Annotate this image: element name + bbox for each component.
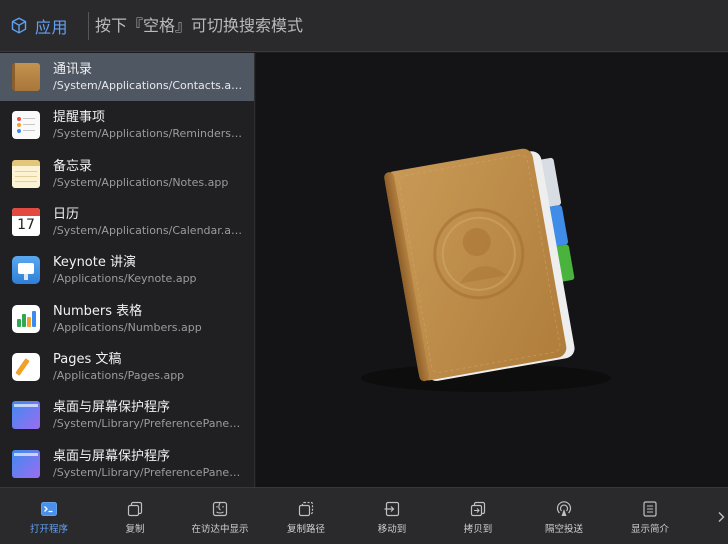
search-bar: 应用 <box>0 0 728 52</box>
result-path: /Applications/Pages.app <box>53 368 185 382</box>
copy-to-button[interactable]: 拷贝到 <box>432 488 524 544</box>
cube-icon <box>11 17 27 34</box>
action-bar: 打开程序 复制 在访达中显示 复制路径 移动到 拷贝到 隔空投送 显示简介 <box>0 487 728 544</box>
result-item-keynote[interactable]: Keynote 讲演 /Applications/Keynote.app <box>0 246 254 294</box>
copy-to-icon <box>470 501 486 517</box>
numbers-app-icon <box>12 304 40 333</box>
notes-app-icon <box>12 159 40 188</box>
terminal-open-icon <box>41 502 57 516</box>
result-title: Keynote 讲演 <box>53 255 136 271</box>
more-actions-button[interactable] <box>714 488 728 544</box>
result-path: /System/Library/PreferencePanes/D... <box>53 417 243 431</box>
copy-to-label: 拷贝到 <box>463 524 493 535</box>
desktop-screensaver-icon <box>12 401 40 430</box>
result-title: Pages 文稿 <box>53 351 122 367</box>
scope-selector[interactable]: 应用 <box>0 0 88 52</box>
result-path: /System/Applications/Reminders.app <box>53 127 243 141</box>
chevron-right-icon <box>718 511 725 522</box>
airdrop-icon <box>556 501 572 516</box>
copy-label: 复制 <box>125 524 145 535</box>
desktop-screensaver-icon <box>12 449 40 478</box>
show-info-label: 显示简介 <box>630 524 669 535</box>
search-input[interactable] <box>95 7 695 44</box>
contacts-app-icon <box>12 63 40 92</box>
copy-path-button[interactable]: 复制路径 <box>260 488 352 544</box>
calendar-icon-date: 17 <box>17 217 35 234</box>
show-in-finder-label: 在访达中显示 <box>191 524 249 535</box>
show-info-button[interactable]: 显示简介 <box>604 488 696 544</box>
finder-icon <box>212 501 228 517</box>
result-path: /System/Applications/Contacts.app <box>53 79 243 93</box>
open-app-button[interactable]: 打开程序 <box>3 488 95 544</box>
copy-path-label: 复制路径 <box>286 524 325 535</box>
result-item-pages[interactable]: Pages 文稿 /Applications/Pages.app <box>0 343 254 391</box>
result-title: Numbers 表格 <box>53 303 143 319</box>
result-path: /System/Library/PreferencePanes/D... <box>53 465 243 479</box>
airdrop-button[interactable]: 隔空投送 <box>518 488 610 544</box>
show-in-finder-button[interactable]: 在访达中显示 <box>174 488 266 544</box>
scope-label: 应用 <box>35 17 69 37</box>
copy-path-icon <box>298 501 314 517</box>
result-item-reminders[interactable]: 提醒事项 /System/Applications/Reminders.app <box>0 101 254 149</box>
result-item-calendar[interactable]: 17 日历 /System/Applications/Calendar.app <box>0 198 254 246</box>
result-item-desktop-screensaver-2[interactable]: 桌面与屏幕保护程序 /System/Library/PreferencePane… <box>0 439 254 487</box>
copy-icon <box>127 501 143 517</box>
reminders-app-icon <box>12 111 40 140</box>
results-list: 通讯录 /System/Applications/Contacts.app 提醒… <box>0 53 255 487</box>
result-title: 日历 <box>53 207 80 223</box>
result-path: /System/Applications/Calendar.app <box>53 224 243 238</box>
preview-panel <box>256 53 728 487</box>
move-to-icon <box>384 501 400 517</box>
result-item-desktop-screensaver[interactable]: 桌面与屏幕保护程序 /System/Library/PreferencePane… <box>0 391 254 439</box>
result-title: 桌面与屏幕保护程序 <box>53 400 171 416</box>
move-to-label: 移动到 <box>377 524 407 535</box>
result-path: /Applications/Numbers.app <box>53 320 202 334</box>
search-divider <box>88 11 89 40</box>
open-app-label: 打开程序 <box>29 524 68 535</box>
result-item-numbers[interactable]: Numbers 表格 /Applications/Numbers.app <box>0 294 254 342</box>
result-title: 备忘录 <box>53 158 93 174</box>
info-icon <box>643 501 657 517</box>
copy-button[interactable]: 复制 <box>89 488 181 544</box>
pages-app-icon <box>12 352 40 381</box>
calendar-app-icon: 17 <box>12 208 40 237</box>
result-item-notes[interactable]: 备忘录 /System/Applications/Notes.app <box>0 150 254 198</box>
result-item-contacts[interactable]: 通讯录 /System/Applications/Contacts.app <box>0 53 254 102</box>
move-to-button[interactable]: 移动到 <box>346 488 438 544</box>
airdrop-label: 隔空投送 <box>544 524 583 535</box>
keynote-app-icon <box>12 256 40 285</box>
result-title: 通讯录 <box>53 62 93 78</box>
result-path: /System/Applications/Notes.app <box>53 175 229 189</box>
contacts-large-icon <box>361 148 611 392</box>
result-path: /Applications/Keynote.app <box>53 272 197 286</box>
result-title: 提醒事项 <box>53 110 106 126</box>
result-title: 桌面与屏幕保护程序 <box>53 448 171 464</box>
